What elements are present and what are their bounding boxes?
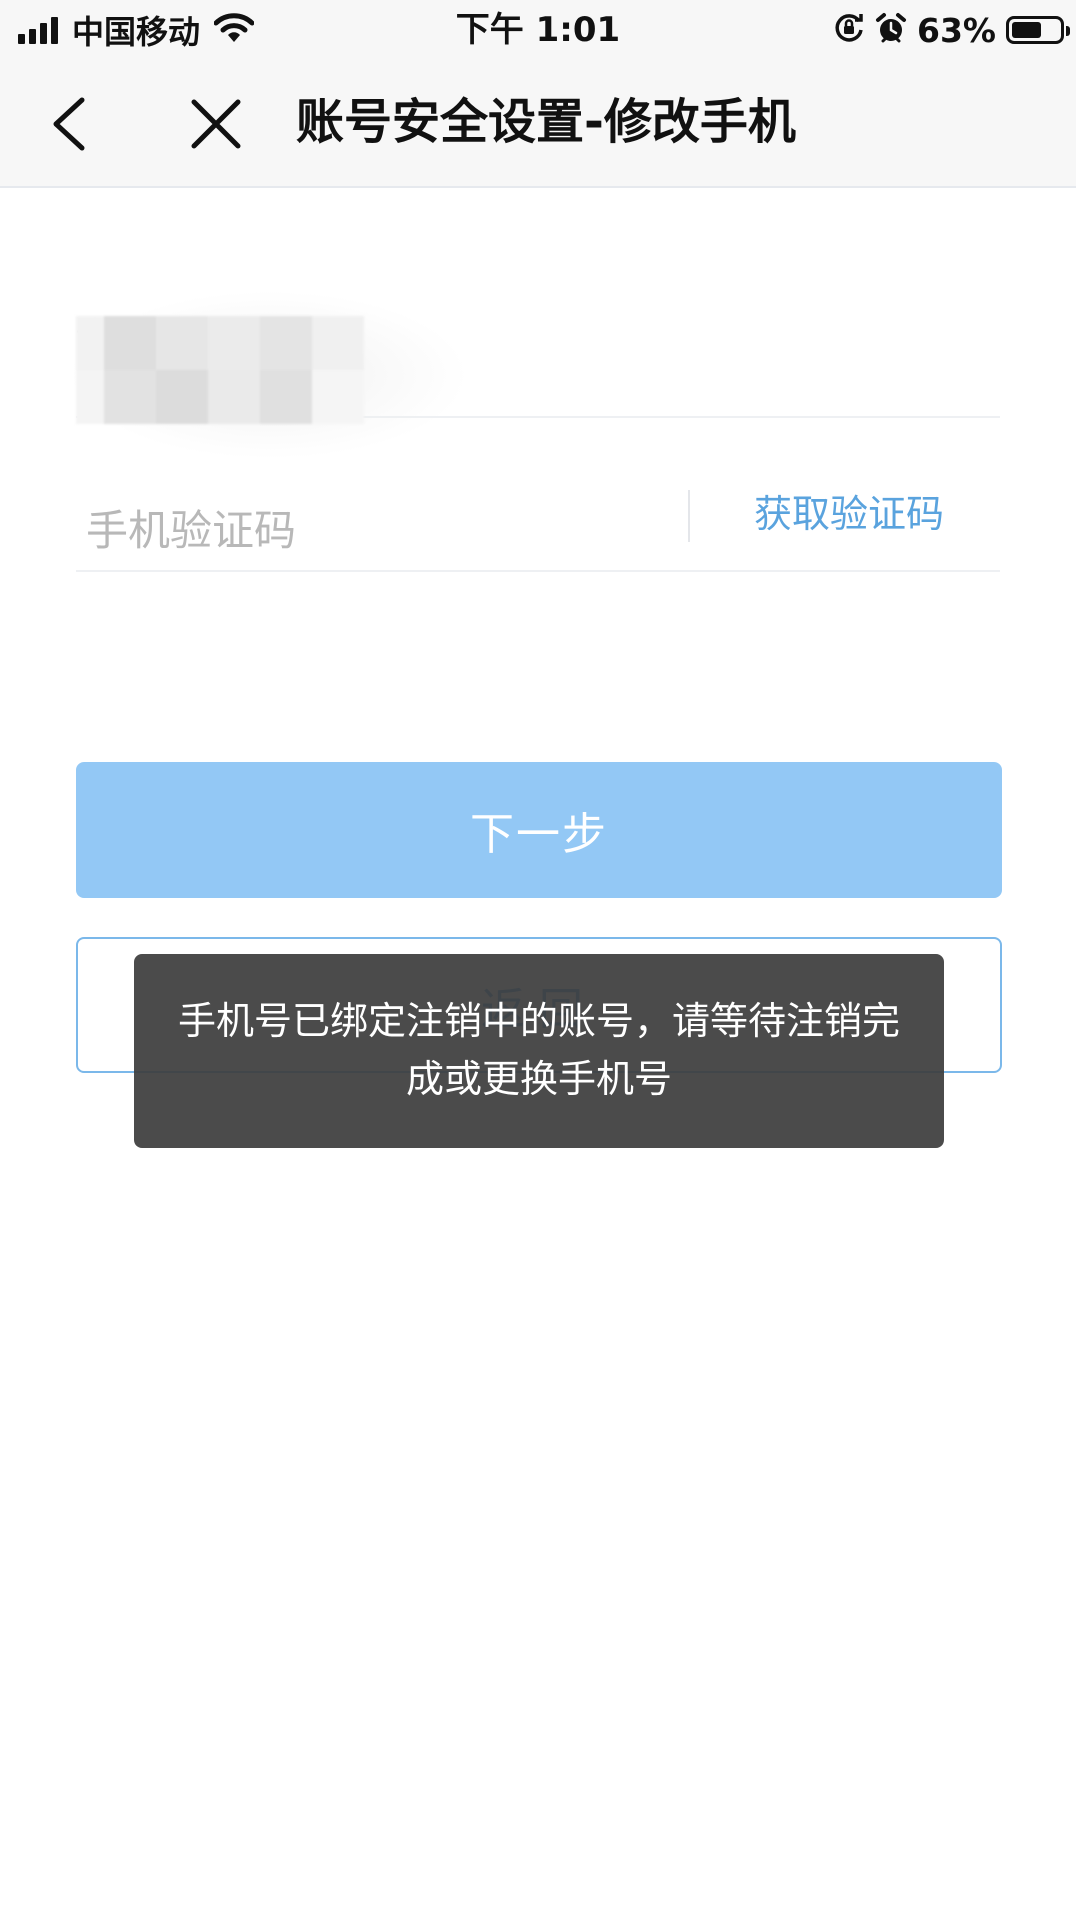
page-title: 账号安全设置-修改手机 xyxy=(296,94,796,150)
nav-bar: 账号安全设置-修改手机 xyxy=(0,60,1076,188)
status-bar: 中国移动 下午 1:01 63% xyxy=(0,0,1076,60)
rotation-lock-icon xyxy=(833,12,865,48)
back-button[interactable] xyxy=(44,94,96,154)
divider xyxy=(688,490,690,542)
battery-percent: 63% xyxy=(917,10,996,50)
next-step-button[interactable]: 下一步 xyxy=(76,762,1002,898)
battery-level xyxy=(1012,22,1041,38)
status-right: 63% xyxy=(833,8,1070,52)
verification-code-input[interactable] xyxy=(86,500,646,560)
verification-code-row: 获取验证码 xyxy=(76,460,1000,572)
close-button[interactable] xyxy=(186,94,246,154)
masked-phone-number xyxy=(76,316,466,442)
alarm-icon xyxy=(875,12,907,48)
close-icon xyxy=(191,99,241,149)
chevron-left-icon xyxy=(53,97,85,151)
battery-icon xyxy=(1006,16,1070,44)
toast-message: 手机号已绑定注销中的账号，请等待注销完成或更换手机号 xyxy=(134,954,944,1148)
get-code-button[interactable]: 获取验证码 xyxy=(754,486,944,542)
phone-number-field: 手 xyxy=(70,290,1000,460)
